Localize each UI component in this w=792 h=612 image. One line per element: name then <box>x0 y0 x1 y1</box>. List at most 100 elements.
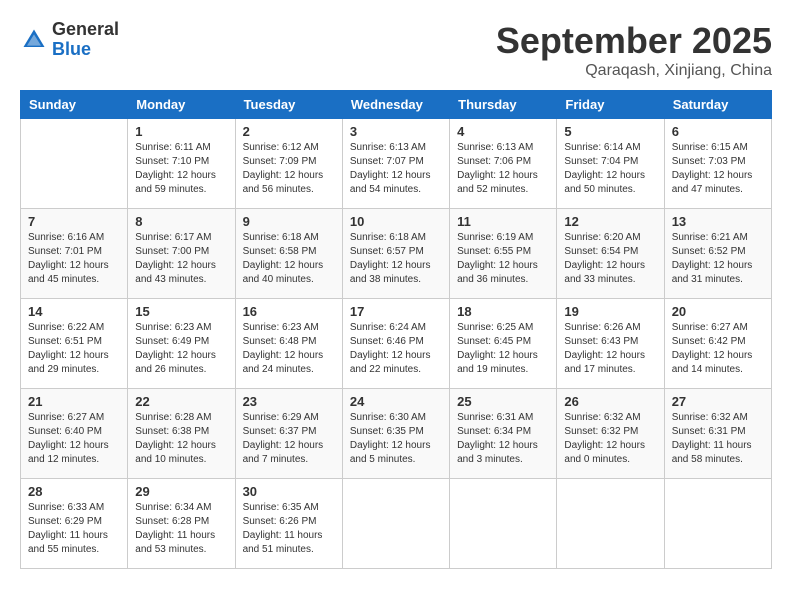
calendar-cell: 30 Sunrise: 6:35 AM Sunset: 6:26 PM Dayli… <box>235 479 342 569</box>
calendar-cell: 9 Sunrise: 6:18 AM Sunset: 6:58 PM Daylig… <box>235 209 342 299</box>
day-info: Sunrise: 6:27 AM Sunset: 6:40 PM Dayligh… <box>28 411 120 467</box>
day-number: 11 <box>457 214 549 229</box>
day-info: Sunrise: 6:23 AM Sunset: 6:48 PM Dayligh… <box>243 321 335 377</box>
day-number: 16 <box>243 304 335 319</box>
calendar-cell: 14Sunrise: 6:22 AM Sunset: 6:51 PM Dayli… <box>21 299 128 389</box>
calendar-cell: 6Sunrise: 6:15 AM Sunset: 7:03 PM Daylig… <box>664 119 771 209</box>
calendar-day-header: Saturday <box>664 91 771 119</box>
calendar-cell <box>21 119 128 209</box>
day-number: 6 <box>672 124 764 139</box>
day-info: Sunrise: 6:34 AM Sunset: 6:28 PM Dayligh… <box>135 501 227 557</box>
calendar-cell: 10 Sunrise: 6:18 AM Sunset: 6:57 PM Dayli… <box>342 209 449 299</box>
day-info: Sunrise: 6:28 AM Sunset: 6:38 PM Dayligh… <box>135 411 227 467</box>
calendar-cell: 13 Sunrise: 6:21 AM Sunset: 6:52 PM Dayli… <box>664 209 771 299</box>
calendar-day-header: Friday <box>557 91 664 119</box>
logo-text: General Blue <box>52 20 119 60</box>
calendar-cell: 2Sunrise: 6:12 AM Sunset: 7:09 PM Daylig… <box>235 119 342 209</box>
day-info: Sunrise: 6:30 AM Sunset: 6:35 PM Dayligh… <box>350 411 442 467</box>
day-info: Sunrise: 6:35 AM Sunset: 6:26 PM Dayligh… <box>243 501 335 557</box>
day-number: 19 <box>564 304 656 319</box>
day-info: Sunrise: 6:31 AM Sunset: 6:34 PM Dayligh… <box>457 411 549 467</box>
day-number: 23 <box>243 394 335 409</box>
calendar-day-header: Monday <box>128 91 235 119</box>
day-info: Sunrise: 6:29 AM Sunset: 6:37 PM Dayligh… <box>243 411 335 467</box>
day-number: 13 <box>672 214 764 229</box>
day-number: 24 <box>350 394 442 409</box>
day-info: Sunrise: 6:32 AM Sunset: 6:32 PM Dayligh… <box>564 411 656 467</box>
day-number: 26 <box>564 394 656 409</box>
calendar-cell: 12 Sunrise: 6:20 AM Sunset: 6:54 PM Dayli… <box>557 209 664 299</box>
calendar-cell <box>342 479 449 569</box>
day-number: 22 <box>135 394 227 409</box>
calendar-cell: 3 Sunrise: 6:13 AM Sunset: 7:07 PM Daylig… <box>342 119 449 209</box>
calendar-cell: 15 Sunrise: 6:23 AM Sunset: 6:49 PM Dayli… <box>128 299 235 389</box>
day-number: 9 <box>243 214 335 229</box>
calendar-cell: 16 Sunrise: 6:23 AM Sunset: 6:48 PM Dayli… <box>235 299 342 389</box>
day-number: 25 <box>457 394 549 409</box>
day-info: Sunrise: 6:24 AM Sunset: 6:46 PM Dayligh… <box>350 321 442 377</box>
calendar-cell: 21 Sunrise: 6:27 AM Sunset: 6:40 PM Dayli… <box>21 389 128 479</box>
day-info: Sunrise: 6:18 AM Sunset: 6:58 PM Dayligh… <box>243 231 335 287</box>
calendar-cell: 20 Sunrise: 6:27 AM Sunset: 6:42 PM Dayli… <box>664 299 771 389</box>
day-info: Sunrise: 6:11 AM Sunset: 7:10 PM Dayligh… <box>135 141 227 197</box>
calendar-cell <box>450 479 557 569</box>
calendar-table: SundayMondayTuesdayWednesdayThursdayFrid… <box>20 90 772 569</box>
calendar-cell: 8Sunrise: 6:17 AM Sunset: 7:00 PM Daylig… <box>128 209 235 299</box>
calendar-week-row: 14Sunrise: 6:22 AM Sunset: 6:51 PM Dayli… <box>21 299 772 389</box>
calendar-cell: 19 Sunrise: 6:26 AM Sunset: 6:43 PM Dayli… <box>557 299 664 389</box>
day-info: Sunrise: 6:18 AM Sunset: 6:57 PM Dayligh… <box>350 231 442 287</box>
calendar-week-row: 1 Sunrise: 6:11 AM Sunset: 7:10 PM Daylig… <box>21 119 772 209</box>
logo-blue: Blue <box>52 40 119 60</box>
day-info: Sunrise: 6:13 AM Sunset: 7:06 PM Dayligh… <box>457 141 549 197</box>
calendar-cell: 24 Sunrise: 6:30 AM Sunset: 6:35 PM Dayli… <box>342 389 449 479</box>
logo-icon <box>20 26 48 54</box>
calendar-cell: 29Sunrise: 6:34 AM Sunset: 6:28 PM Dayli… <box>128 479 235 569</box>
day-number: 14 <box>28 304 120 319</box>
calendar-cell: 7Sunrise: 6:16 AM Sunset: 7:01 PM Daylig… <box>21 209 128 299</box>
day-number: 20 <box>672 304 764 319</box>
calendar-cell: 4 Sunrise: 6:13 AM Sunset: 7:06 PM Daylig… <box>450 119 557 209</box>
logo-general: General <box>52 20 119 40</box>
day-info: Sunrise: 6:27 AM Sunset: 6:42 PM Dayligh… <box>672 321 764 377</box>
calendar-cell <box>664 479 771 569</box>
calendar-cell: 27Sunrise: 6:32 AM Sunset: 6:31 PM Dayli… <box>664 389 771 479</box>
day-number: 30 <box>243 484 335 499</box>
day-number: 10 <box>350 214 442 229</box>
day-info: Sunrise: 6:20 AM Sunset: 6:54 PM Dayligh… <box>564 231 656 287</box>
day-number: 3 <box>350 124 442 139</box>
day-info: Sunrise: 6:26 AM Sunset: 6:43 PM Dayligh… <box>564 321 656 377</box>
title-month: September 2025 <box>496 20 772 62</box>
day-number: 27 <box>672 394 764 409</box>
calendar-cell: 26 Sunrise: 6:32 AM Sunset: 6:32 PM Dayli… <box>557 389 664 479</box>
calendar-cell: 18Sunrise: 6:25 AM Sunset: 6:45 PM Dayli… <box>450 299 557 389</box>
day-info: Sunrise: 6:12 AM Sunset: 7:09 PM Dayligh… <box>243 141 335 197</box>
day-number: 15 <box>135 304 227 319</box>
calendar-cell: 25 Sunrise: 6:31 AM Sunset: 6:34 PM Dayli… <box>450 389 557 479</box>
day-info: Sunrise: 6:19 AM Sunset: 6:55 PM Dayligh… <box>457 231 549 287</box>
day-number: 18 <box>457 304 549 319</box>
day-number: 1 <box>135 124 227 139</box>
day-number: 21 <box>28 394 120 409</box>
calendar-cell: 1 Sunrise: 6:11 AM Sunset: 7:10 PM Daylig… <box>128 119 235 209</box>
page-header: General Blue September 2025 Qaraqash, Xi… <box>20 20 772 80</box>
calendar-cell: 17 Sunrise: 6:24 AM Sunset: 6:46 PM Dayli… <box>342 299 449 389</box>
calendar-week-row: 28Sunrise: 6:33 AM Sunset: 6:29 PM Dayli… <box>21 479 772 569</box>
calendar-cell: 22 Sunrise: 6:28 AM Sunset: 6:38 PM Dayli… <box>128 389 235 479</box>
calendar-week-row: 7Sunrise: 6:16 AM Sunset: 7:01 PM Daylig… <box>21 209 772 299</box>
day-info: Sunrise: 6:14 AM Sunset: 7:04 PM Dayligh… <box>564 141 656 197</box>
logo: General Blue <box>20 20 119 60</box>
calendar-day-header: Sunday <box>21 91 128 119</box>
day-number: 12 <box>564 214 656 229</box>
title-location: Qaraqash, Xinjiang, China <box>496 62 772 80</box>
calendar-day-header: Tuesday <box>235 91 342 119</box>
day-number: 7 <box>28 214 120 229</box>
calendar-day-header: Thursday <box>450 91 557 119</box>
day-number: 4 <box>457 124 549 139</box>
day-number: 17 <box>350 304 442 319</box>
day-info: Sunrise: 6:23 AM Sunset: 6:49 PM Dayligh… <box>135 321 227 377</box>
day-number: 8 <box>135 214 227 229</box>
calendar-cell: 23 Sunrise: 6:29 AM Sunset: 6:37 PM Dayli… <box>235 389 342 479</box>
calendar-week-row: 21 Sunrise: 6:27 AM Sunset: 6:40 PM Dayli… <box>21 389 772 479</box>
day-info: Sunrise: 6:21 AM Sunset: 6:52 PM Dayligh… <box>672 231 764 287</box>
day-info: Sunrise: 6:13 AM Sunset: 7:07 PM Dayligh… <box>350 141 442 197</box>
